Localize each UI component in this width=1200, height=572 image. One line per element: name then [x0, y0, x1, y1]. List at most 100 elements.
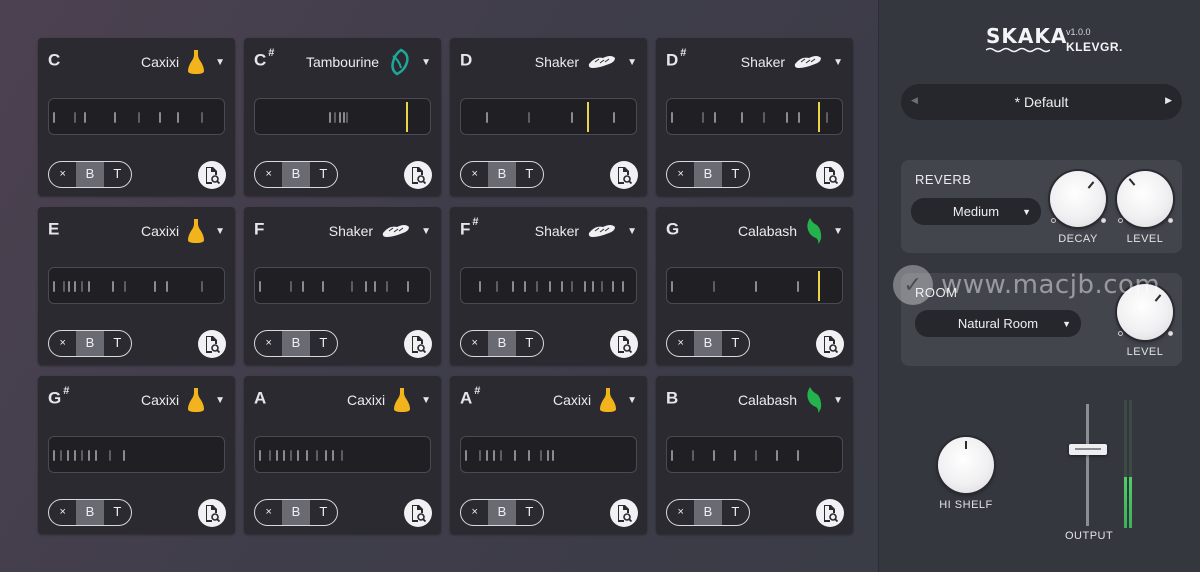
decay-knob[interactable] — [1050, 171, 1106, 227]
t-button[interactable]: T — [722, 162, 749, 187]
instrument-selector[interactable]: Shaker ▼ — [329, 217, 431, 245]
instrument-selector[interactable]: Caxixi ▼ — [141, 386, 225, 414]
pad[interactable]: D # Shaker ▼ × B T — [656, 38, 853, 196]
t-button[interactable]: T — [310, 331, 337, 356]
t-button[interactable]: T — [310, 162, 337, 187]
hi-shelf-knob[interactable] — [938, 437, 994, 493]
pattern-display[interactable] — [254, 436, 431, 473]
mute-button[interactable]: × — [667, 500, 694, 525]
instrument-selector[interactable]: Caxixi ▼ — [553, 386, 637, 414]
mute-button[interactable]: × — [461, 331, 488, 356]
t-button[interactable]: T — [516, 162, 543, 187]
load-pattern-button[interactable] — [404, 330, 432, 358]
pad[interactable]: F Shaker ▼ × B T — [244, 207, 441, 365]
mute-button[interactable]: × — [461, 500, 488, 525]
output-fader-track[interactable] — [1086, 404, 1089, 526]
pattern-display[interactable] — [254, 267, 431, 304]
load-pattern-button[interactable] — [816, 499, 844, 527]
instrument-selector[interactable]: Caxixi ▼ — [347, 386, 431, 414]
pattern-display[interactable] — [666, 98, 843, 135]
instrument-selector[interactable]: Caxixi ▼ — [141, 48, 225, 76]
room-level-knob[interactable] — [1117, 284, 1173, 340]
load-pattern-button[interactable] — [816, 161, 844, 189]
mute-button[interactable]: × — [255, 331, 282, 356]
pad[interactable]: G Calabash ▼ × B T — [656, 207, 853, 365]
mute-button[interactable]: × — [49, 162, 76, 187]
mode-toggle: × B T — [460, 499, 544, 526]
b-button[interactable]: B — [488, 162, 516, 187]
pattern-display[interactable] — [666, 267, 843, 304]
b-button[interactable]: B — [694, 162, 722, 187]
instrument-selector[interactable]: Calabash ▼ — [738, 386, 843, 414]
b-button[interactable]: B — [76, 500, 104, 525]
t-button[interactable]: T — [104, 500, 131, 525]
instrument-selector[interactable]: Caxixi ▼ — [141, 217, 225, 245]
mute-button[interactable]: × — [255, 500, 282, 525]
pattern-display[interactable] — [48, 267, 225, 304]
load-pattern-button[interactable] — [404, 161, 432, 189]
instrument-selector[interactable]: Tambourine ▼ — [306, 48, 431, 76]
pattern-tick — [63, 281, 65, 292]
preset-selector[interactable]: ◀ * Default ▶ — [901, 84, 1182, 120]
t-button[interactable]: T — [516, 331, 543, 356]
pad[interactable]: C Caxixi ▼ × B T — [38, 38, 235, 196]
b-button[interactable]: B — [488, 500, 516, 525]
mute-button[interactable]: × — [667, 162, 694, 187]
reverb-type-dropdown[interactable]: Medium ▼ — [911, 198, 1041, 225]
instrument-selector[interactable]: Calabash ▼ — [738, 217, 843, 245]
load-pattern-button[interactable] — [816, 330, 844, 358]
pattern-display[interactable] — [48, 436, 225, 473]
pad[interactable]: E Caxixi ▼ × B T — [38, 207, 235, 365]
room-type-dropdown[interactable]: Natural Room ▼ — [915, 310, 1081, 337]
mute-button[interactable]: × — [461, 162, 488, 187]
b-button[interactable]: B — [76, 331, 104, 356]
mute-button[interactable]: × — [255, 162, 282, 187]
caxixi-icon — [599, 387, 617, 413]
instrument-selector[interactable]: Shaker ▼ — [535, 217, 637, 245]
load-pattern-button[interactable] — [198, 330, 226, 358]
t-button[interactable]: T — [722, 331, 749, 356]
b-button[interactable]: B — [694, 331, 722, 356]
mute-button[interactable]: × — [49, 500, 76, 525]
mute-button[interactable]: × — [667, 331, 694, 356]
pad[interactable]: A Caxixi ▼ × B T — [244, 376, 441, 534]
pattern-display[interactable] — [460, 267, 637, 304]
t-button[interactable]: T — [516, 500, 543, 525]
load-pattern-button[interactable] — [610, 330, 638, 358]
pattern-display[interactable] — [460, 436, 637, 473]
pad[interactable]: G # Caxixi ▼ × B T — [38, 376, 235, 534]
pad[interactable]: C # Tambourine ▼ × B T — [244, 38, 441, 196]
t-button[interactable]: T — [722, 500, 749, 525]
preset-next-button[interactable]: ▶ — [1165, 95, 1172, 106]
load-pattern-button[interactable] — [198, 161, 226, 189]
pad[interactable]: D Shaker ▼ × B T — [450, 38, 647, 196]
b-button[interactable]: B — [282, 162, 310, 187]
load-pattern-button[interactable] — [404, 499, 432, 527]
b-button[interactable]: B — [488, 331, 516, 356]
pattern-display[interactable] — [666, 436, 843, 473]
load-pattern-button[interactable] — [198, 499, 226, 527]
b-button[interactable]: B — [282, 331, 310, 356]
pattern-tick — [66, 450, 69, 461]
pattern-display[interactable] — [48, 98, 225, 135]
t-button[interactable]: T — [104, 162, 131, 187]
pad[interactable]: F # Shaker ▼ × B T — [450, 207, 647, 365]
load-pattern-button[interactable] — [610, 499, 638, 527]
file-search-icon — [206, 336, 220, 353]
instrument-selector[interactable]: Shaker ▼ — [535, 48, 637, 76]
pad[interactable]: B Calabash ▼ × B T — [656, 376, 853, 534]
b-button[interactable]: B — [76, 162, 104, 187]
load-pattern-button[interactable] — [610, 161, 638, 189]
b-button[interactable]: B — [694, 500, 722, 525]
pattern-display[interactable] — [460, 98, 637, 135]
pattern-display[interactable] — [254, 98, 431, 135]
preset-prev-button[interactable]: ◀ — [911, 95, 918, 106]
mute-button[interactable]: × — [49, 331, 76, 356]
instrument-selector[interactable]: Shaker ▼ — [741, 48, 843, 76]
t-button[interactable]: T — [104, 331, 131, 356]
output-fader-handle[interactable] — [1069, 444, 1107, 455]
t-button[interactable]: T — [310, 500, 337, 525]
b-button[interactable]: B — [282, 500, 310, 525]
pad[interactable]: A # Caxixi ▼ × B T — [450, 376, 647, 534]
reverb-level-knob[interactable] — [1117, 171, 1173, 227]
